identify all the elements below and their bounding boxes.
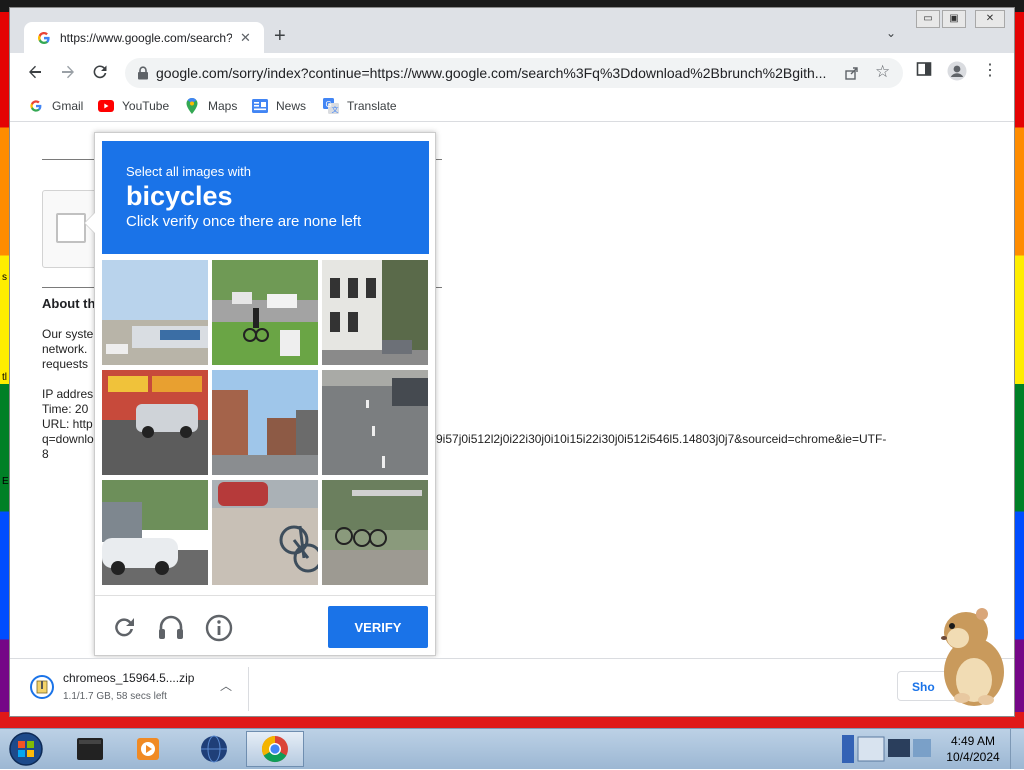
- download-shelf: chromeos_15964.5....zip 1.1/1.7 GB, 58 s…: [10, 658, 1014, 716]
- youtube-icon: [98, 98, 114, 114]
- taskbar-clock[interactable]: 4:49 AM 10/4/2024: [940, 733, 1006, 765]
- download-item[interactable]: chromeos_15964.5....zip 1.1/1.7 GB, 58 s…: [20, 667, 249, 711]
- back-arrow-icon[interactable]: [24, 61, 46, 83]
- explanation-line: network.: [42, 342, 88, 356]
- instruction-hint: Click verify once there are none left: [126, 213, 362, 230]
- url-text: google.com/sorry/index?continue=https://…: [156, 65, 827, 81]
- tab-title: https://www.google.com/search?q: [60, 30, 232, 45]
- verify-button[interactable]: VERIFY: [328, 606, 428, 648]
- image-tile[interactable]: [212, 480, 318, 585]
- bookmark-label: Gmail: [52, 99, 84, 113]
- bookmark-star-icon[interactable]: ☆: [875, 62, 890, 82]
- image-grid: [102, 260, 429, 587]
- chevron-up-icon[interactable]: ︿: [220, 677, 232, 694]
- system-tray: [840, 731, 936, 767]
- recaptcha-challenge-dialog: Select all images with bicycles Click ve…: [84, 132, 436, 656]
- share-icon[interactable]: [844, 65, 860, 84]
- time-line: Time: 20: [42, 402, 89, 416]
- tab-search-chevron-icon[interactable]: ⌄: [886, 26, 896, 40]
- taskbar-chrome-app[interactable]: [246, 731, 304, 767]
- close-window-icon[interactable]: ✕: [975, 10, 1005, 28]
- google-favicon-icon: [36, 30, 52, 46]
- windows-taskbar: 4:49 AM 10/4/2024: [0, 728, 1024, 769]
- image-tile[interactable]: [102, 480, 208, 585]
- news-icon: [252, 98, 268, 114]
- url-line-end: 8: [42, 447, 49, 461]
- download-progress-status: 1.1/1.7 GB, 58 secs left: [63, 691, 167, 702]
- wallpaper-glyph: tl: [2, 372, 7, 383]
- wallpaper-glyph: E: [2, 476, 9, 487]
- challenge-header: Select all images with bicycles Click ve…: [102, 141, 429, 254]
- instruction-line: Select all images with: [126, 164, 251, 179]
- maximize-window-icon[interactable]: ▣: [942, 10, 966, 28]
- download-filename: chromeos_15964.5....zip: [63, 671, 195, 685]
- bookmark-label: YouTube: [122, 99, 170, 113]
- taskbar-terminal-app[interactable]: [62, 731, 118, 767]
- taskbar-media-player-app[interactable]: [120, 731, 176, 767]
- target-object-label: bicycles: [126, 181, 233, 211]
- image-tile[interactable]: [322, 260, 428, 365]
- recaptcha-checkbox[interactable]: [56, 213, 86, 243]
- bookmark-translate[interactable]: G文 Translate: [323, 98, 397, 114]
- audio-challenge-headphones-icon[interactable]: [157, 614, 185, 643]
- clock-time: 4:49 AM: [950, 734, 996, 748]
- show-desktop-button[interactable]: [1010, 729, 1024, 769]
- url-line-tail: 9i57j0i512l2j0i22i30j0i10i15i22i30j0i512…: [436, 432, 887, 446]
- explanation-line: requests: [42, 357, 89, 371]
- challenge-footer: VERIFY: [95, 595, 435, 656]
- chrome-window: https://www.google.com/search?q ✕ + ⌄ ▭ …: [10, 8, 1014, 716]
- hamster-image: [930, 600, 1010, 713]
- browser-tab[interactable]: https://www.google.com/search?q ✕: [24, 22, 264, 53]
- bookmark-youtube[interactable]: YouTube: [98, 98, 169, 114]
- help-info-icon[interactable]: [205, 614, 233, 645]
- zip-file-icon: [30, 675, 54, 702]
- bookmark-maps[interactable]: Maps: [184, 98, 237, 114]
- dialog-pointer-fill: [85, 213, 95, 233]
- image-tile[interactable]: [322, 480, 428, 585]
- url-line-prefix: URL: http: [42, 417, 93, 431]
- reload-challenge-icon[interactable]: [111, 614, 137, 643]
- lock-icon[interactable]: [137, 66, 149, 83]
- image-tile[interactable]: [102, 260, 208, 365]
- forward-arrow-icon[interactable]: [57, 61, 79, 83]
- tab-close-icon[interactable]: ✕: [240, 30, 251, 46]
- clock-date: 10/4/2024: [946, 750, 1000, 764]
- image-tile[interactable]: [102, 370, 208, 475]
- bookmark-label: News: [276, 99, 307, 113]
- start-button[interactable]: [0, 731, 52, 767]
- bookmark-label: Translate: [347, 99, 397, 113]
- about-heading: About th: [42, 296, 96, 311]
- browser-toolbar: google.com/sorry/index?continue=https://…: [10, 53, 1014, 91]
- side-panel-icon[interactable]: [916, 61, 932, 80]
- menu-kebab-icon[interactable]: ⋮: [982, 60, 998, 80]
- wallpaper-glyph: s: [2, 272, 7, 283]
- address-bar[interactable]: google.com/sorry/index?continue=https://…: [125, 58, 903, 88]
- new-tab-icon[interactable]: +: [274, 26, 286, 46]
- explanation-line: Our syste: [42, 327, 94, 341]
- profile-avatar-icon[interactable]: [947, 61, 967, 84]
- tab-strip: https://www.google.com/search?q ✕ + ⌄ ▭ …: [10, 8, 1014, 53]
- bookmark-label: Maps: [208, 99, 238, 113]
- reload-icon[interactable]: [89, 61, 111, 83]
- svg-text:文: 文: [332, 105, 339, 114]
- translate-icon: G文: [323, 98, 339, 114]
- gmail-icon: [28, 98, 44, 114]
- bookmark-news[interactable]: News: [252, 98, 306, 114]
- bookmark-gmail[interactable]: Gmail: [28, 98, 83, 114]
- bookmarks-bar: Gmail YouTube Maps News G文 Translate: [10, 91, 1014, 122]
- image-tile[interactable]: [212, 370, 318, 475]
- image-tile[interactable]: [322, 370, 428, 475]
- maps-icon: [184, 98, 200, 114]
- ip-address-line: IP addres: [42, 387, 94, 401]
- minimize-window-icon[interactable]: ▭: [916, 10, 940, 28]
- image-tile[interactable]: [212, 260, 318, 365]
- taskbar-globe-app[interactable]: [186, 731, 242, 767]
- url-line-continued: q=downlo: [42, 432, 94, 446]
